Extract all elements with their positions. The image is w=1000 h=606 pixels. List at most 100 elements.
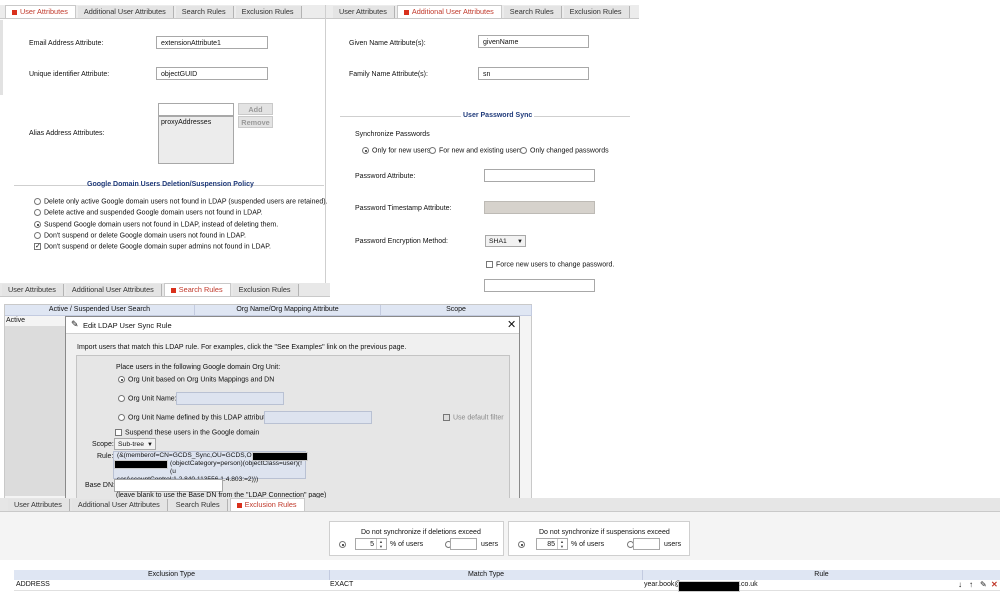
edit-rule-dialog: ✎ Edit LDAP User Sync Rule ✕ Import user… [65, 316, 520, 502]
alias-attribute-input[interactable] [158, 103, 234, 116]
edit-icon: ✎ [71, 319, 79, 329]
alias-list[interactable]: proxyAddresses [158, 116, 234, 164]
tab-user-attributes[interactable]: User Attributes [333, 6, 395, 18]
org-radio-1[interactable] [118, 376, 125, 383]
column-header[interactable]: Active / Suspended User Search [5, 305, 195, 315]
tab-user-attributes[interactable]: User Attributes [2, 284, 64, 296]
delete-icon[interactable]: ✕ [991, 580, 998, 590]
tab-marker-icon [170, 287, 176, 293]
org-radio-2[interactable] [118, 395, 125, 402]
deletion-percent-input[interactable]: 5 ▲ ▼ [355, 538, 387, 550]
tab-search-rules[interactable]: Search Rules [169, 499, 228, 511]
tab-additional-user-attributes[interactable]: Additional User Attributes [396, 5, 502, 18]
deletion-radio-2[interactable] [34, 209, 41, 216]
column-header[interactable]: Scope [381, 305, 532, 315]
match-type-cell: EXACT [330, 581, 354, 588]
deletion-radio-3[interactable] [34, 221, 41, 228]
tab-additional-user-attributes[interactable]: Additional User Attributes [65, 284, 162, 296]
email-attribute-input[interactable]: extensionAttribute1 [156, 36, 268, 49]
org-option-2[interactable]: Org Unit Name: [118, 395, 177, 402]
tab-exclusion-rules[interactable]: Exclusion Rules [232, 284, 299, 296]
deletion-option-1[interactable]: Delete only active Google domain users n… [34, 198, 328, 205]
password-encryption-select[interactable]: SHA1 ▼ [485, 235, 526, 247]
given-name-input[interactable]: givenName [478, 35, 589, 48]
edit-icon[interactable]: ✎ [980, 580, 987, 590]
sync-radio-1[interactable] [362, 147, 369, 154]
base-dn-input[interactable] [114, 479, 223, 492]
tab-exclusion-rules[interactable]: Exclusion Rules [563, 6, 630, 18]
sync-radio-3[interactable] [520, 147, 527, 154]
spinner-arrows-icon[interactable]: ▲ ▼ [376, 539, 385, 549]
family-name-input[interactable]: sn [478, 67, 589, 80]
deletion-option-3[interactable]: Suspend Google domain users not found in… [34, 221, 278, 228]
arrow-up-icon[interactable]: ↑ [969, 580, 973, 590]
redaction-box [252, 452, 308, 461]
suspension-count-input[interactable] [633, 538, 660, 550]
suspension-percent-radio[interactable] [518, 541, 525, 548]
table-row[interactable]: ADDRESS EXACT year.book@ .co.uk ↓ ↑ ✎ ✕ [14, 580, 1000, 592]
tab-exclusion-rules[interactable]: Exclusion Rules [229, 498, 305, 511]
base-dn-label: Base DN: [85, 482, 115, 489]
suspension-percent-input[interactable]: 85 ▲ ▼ [536, 538, 568, 550]
uid-attribute-label: Unique identifier Attribute: [29, 71, 110, 78]
search-rules-table-header: Active / Suspended User Search Org Name/… [5, 305, 532, 316]
tabbar-user-attributes: User Attributes Additional User Attribut… [0, 5, 325, 19]
sync-radio-2[interactable] [429, 147, 436, 154]
password-attribute-input[interactable] [484, 169, 595, 182]
tabbar-search-rules: User Attributes Additional User Attribut… [0, 283, 330, 297]
deletion-radio-1[interactable] [34, 198, 41, 205]
sync-option-3[interactable]: Only changed passwords [520, 147, 609, 154]
tab-additional-user-attributes[interactable]: Additional User Attributes [71, 499, 168, 511]
remove-button[interactable]: Remove [238, 116, 273, 128]
force-change-checkbox[interactable] [486, 261, 493, 268]
uid-attribute-input[interactable]: objectGUID [156, 67, 268, 80]
tab-search-rules[interactable]: Search Rules [503, 6, 562, 18]
tab-search-rules[interactable]: Search Rules [163, 283, 231, 296]
tab-exclusion-rules[interactable]: Exclusion Rules [235, 6, 302, 18]
redaction-box [114, 460, 168, 469]
suspend-checkbox[interactable] [115, 429, 122, 436]
org-ldap-attribute-input [264, 411, 372, 424]
force-change-option[interactable]: Force new users to change password. [486, 261, 614, 268]
suspend-option[interactable]: Suspend these users in the Google domain [115, 429, 259, 436]
extra-attribute-input[interactable] [484, 279, 595, 292]
percent-label: % of users [390, 541, 424, 548]
deletion-percent-radio[interactable] [339, 541, 346, 548]
table-row[interactable]: Active [6, 317, 25, 324]
chevron-down-icon: ▼ [147, 442, 153, 448]
org-radio-3[interactable] [118, 414, 125, 421]
tab-search-rules[interactable]: Search Rules [175, 6, 234, 18]
sync-option-1[interactable]: Only for new users [362, 147, 430, 154]
scope-select[interactable]: Sub-tree ▼ [114, 438, 156, 450]
suspension-limit-title: Do not synchronize if suspensions exceed [539, 529, 670, 536]
tab-additional-user-attributes[interactable]: Additional User Attributes [77, 6, 174, 18]
column-header[interactable]: Rule [643, 570, 1000, 580]
email-attribute-label: Email Address Attribute: [29, 40, 104, 47]
arrow-down-icon[interactable]: ↓ [958, 580, 962, 590]
add-button[interactable]: Add [238, 103, 273, 115]
org-option-3[interactable]: Org Unit Name defined by this LDAP attri… [118, 414, 271, 421]
column-header[interactable]: Exclusion Type [14, 570, 330, 580]
sync-option-2[interactable]: For new and existing users [429, 147, 523, 154]
dialog-title: Edit LDAP User Sync Rule [83, 321, 172, 330]
org-option-1[interactable]: Org Unit based on Org Units Mappings and… [118, 376, 274, 383]
table-row-area [5, 326, 65, 496]
deletion-count-input[interactable] [450, 538, 477, 550]
tabbar-exclusion-rules: User Attributes Additional User Attribut… [0, 498, 1000, 512]
deletion-policy-heading: Google Domain Users Deletion/Suspension … [87, 181, 254, 188]
super-admin-option[interactable]: Don't suspend or delete Google domain su… [34, 243, 271, 250]
column-header[interactable]: Match Type [330, 570, 643, 580]
deletion-option-4[interactable]: Don't suspend or delete Google domain us… [34, 232, 246, 239]
divider [325, 5, 326, 285]
tabbar-additional-attributes: User Attributes Additional User Attribut… [326, 5, 639, 19]
tab-user-attributes[interactable]: User Attributes [8, 499, 70, 511]
list-item[interactable]: proxyAddresses [161, 119, 231, 126]
tab-user-attributes[interactable]: User Attributes [5, 5, 76, 18]
place-users-label: Place users in the following Google doma… [116, 364, 281, 371]
spinner-arrows-icon[interactable]: ▲ ▼ [557, 539, 566, 549]
super-admin-checkbox[interactable] [34, 243, 41, 250]
close-icon[interactable]: ✕ [507, 318, 516, 331]
deletion-option-2[interactable]: Delete active and suspended Google domai… [34, 209, 263, 216]
column-header[interactable]: Org Name/Org Mapping Attribute [195, 305, 381, 315]
deletion-radio-4[interactable] [34, 232, 41, 239]
